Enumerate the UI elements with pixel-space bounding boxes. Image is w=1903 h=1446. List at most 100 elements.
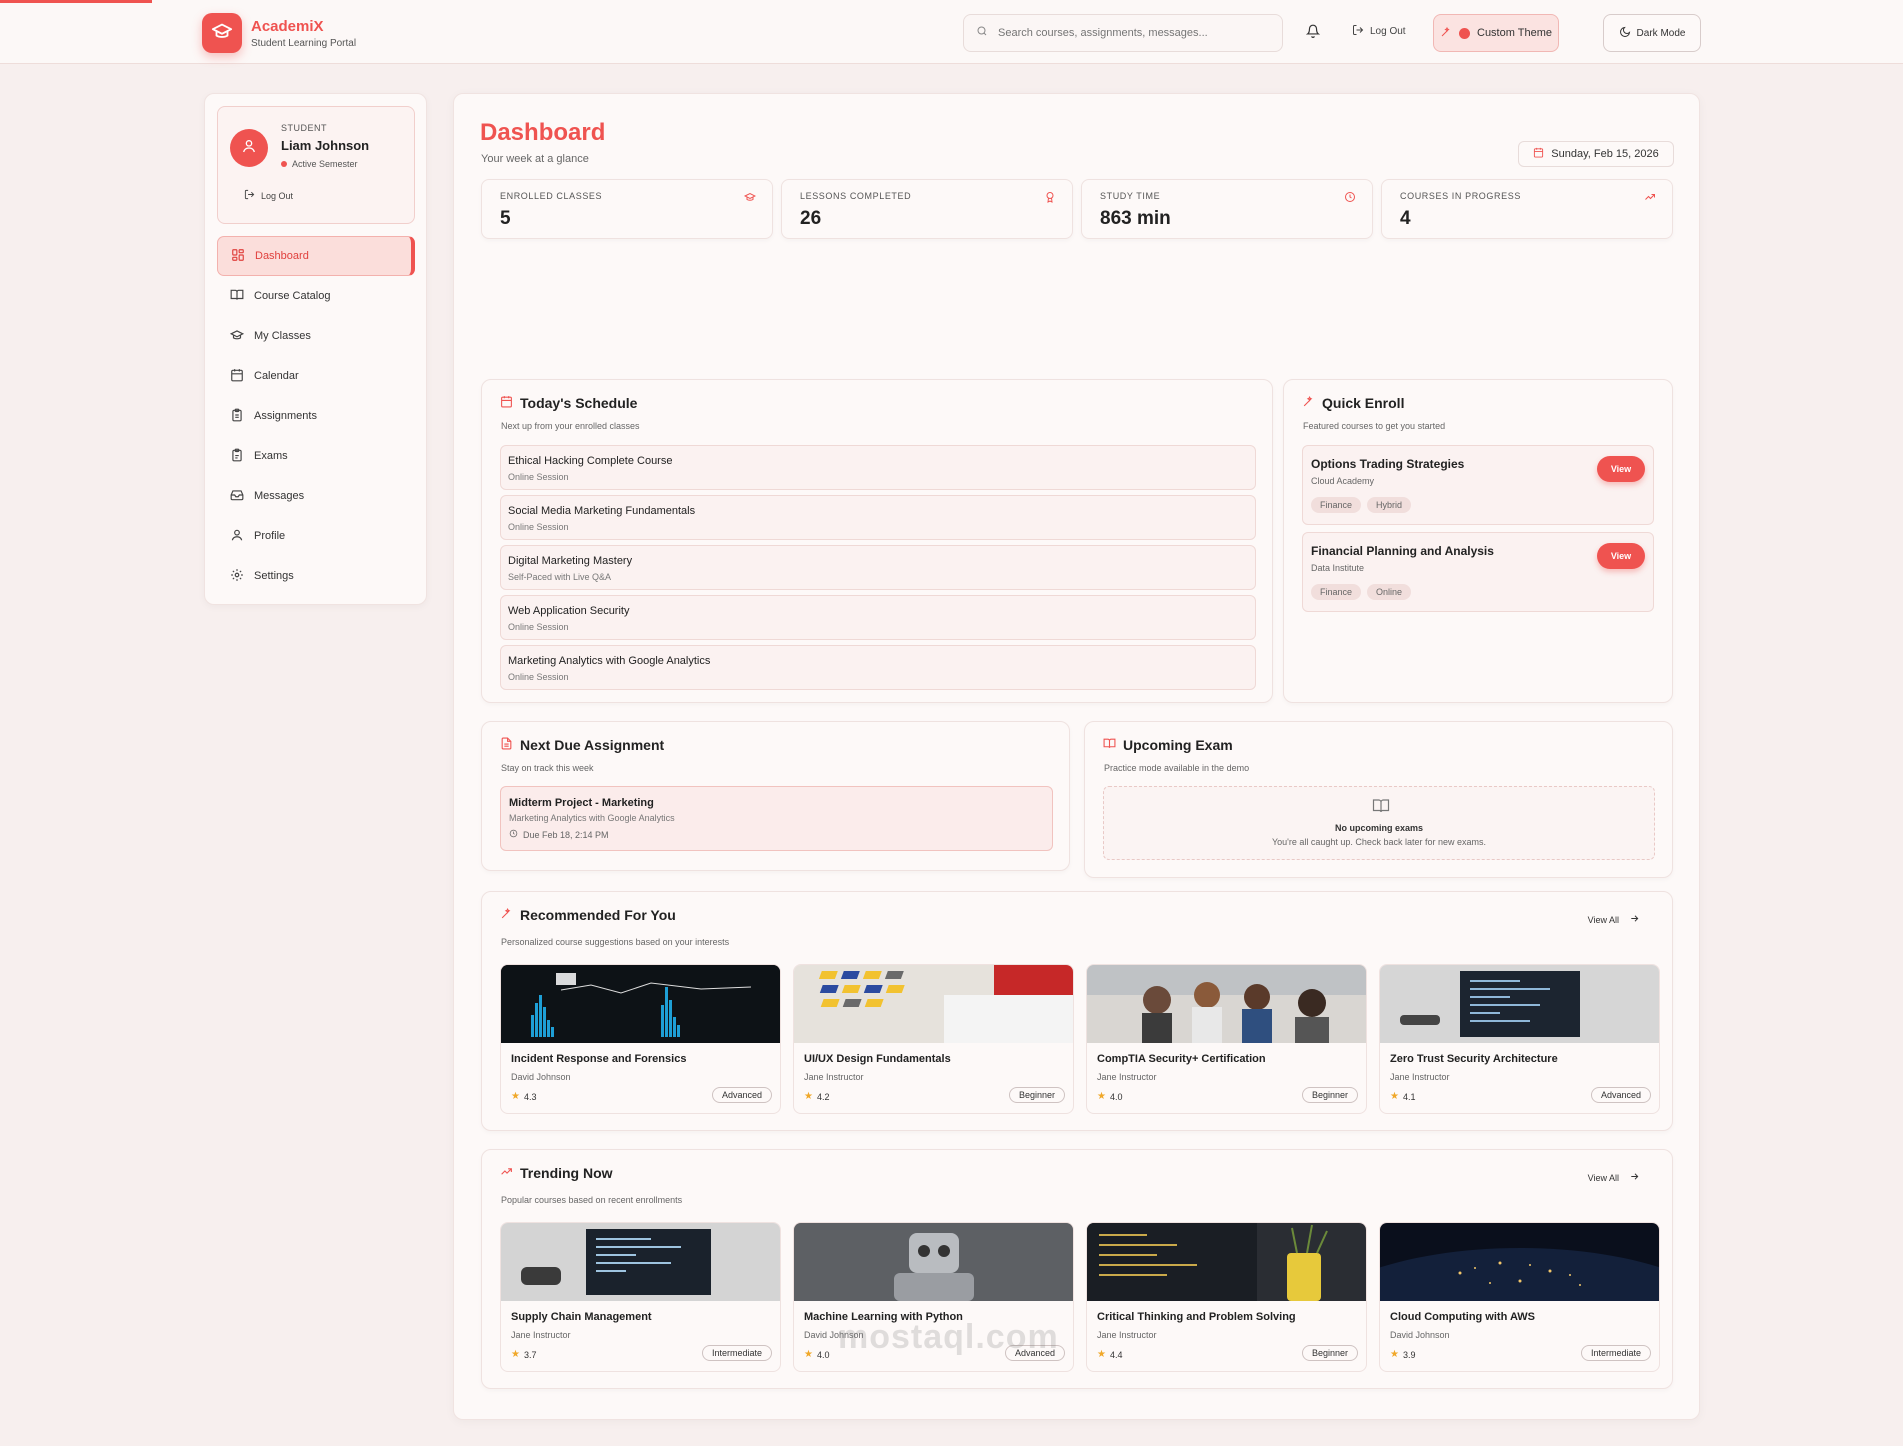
sidebar-item-dashboard[interactable]: Dashboard: [217, 236, 415, 276]
course-title: UI/UX Design Fundamentals: [804, 1053, 951, 1065]
card-title: Upcoming Exam: [1103, 737, 1233, 753]
schedule-item-mode: Online Session: [508, 472, 569, 482]
stat-value: 4: [1400, 208, 1411, 229]
course-thumbnail-robot: [794, 1223, 1073, 1301]
quick-enroll-item: Financial Planning and Analysis Data Ins…: [1302, 532, 1654, 612]
app-logo[interactable]: [202, 13, 242, 53]
course-card[interactable]: UI/UX Design Fundamentals Jane Instructo…: [793, 964, 1074, 1114]
course-provider: Cloud Academy: [1311, 476, 1375, 486]
schedule-item[interactable]: Ethical Hacking Complete Course Online Se…: [500, 445, 1256, 490]
card-title-text: Upcoming Exam: [1123, 737, 1233, 753]
rating-value: 3.7: [523, 1349, 537, 1360]
clipboard-check-icon: [230, 448, 244, 465]
assignment-item[interactable]: Midterm Project - Marketing Marketing An…: [500, 786, 1053, 851]
stat-label: LESSONS COMPLETED: [800, 191, 912, 201]
course-author: Jane Instructor: [1097, 1072, 1157, 1082]
sidebar-item-settings[interactable]: Settings: [217, 556, 415, 596]
card-subtitle: Popular courses based on recent enrollme…: [501, 1195, 683, 1205]
schedule-item[interactable]: Marketing Analytics with Google Analytic…: [500, 645, 1256, 690]
sidebar-logout-button[interactable]: Log Out: [244, 189, 293, 202]
schedule-item-mode: Online Session: [508, 522, 569, 532]
schedule-item[interactable]: Web Application Security Online Session: [500, 595, 1256, 640]
sidebar-item-label: Dashboard: [255, 250, 309, 262]
arrow-right-icon: [1629, 913, 1640, 926]
view-course-button[interactable]: View: [1597, 456, 1645, 482]
course-thumbnail-earth-night: [1380, 1223, 1659, 1301]
course-thumbnail-team-photo: [1087, 965, 1366, 1043]
sidebar-item-my-classes[interactable]: My Classes: [217, 316, 415, 356]
bell-icon: [1305, 24, 1321, 42]
course-title: Financial Planning and Analysis: [1311, 544, 1494, 558]
book-icon: [1103, 737, 1116, 753]
schedule-item[interactable]: Social Media Marketing Fundamentals Onlin…: [500, 495, 1256, 540]
sidebar-item-profile[interactable]: Profile: [217, 516, 415, 556]
course-author: Jane Instructor: [1390, 1072, 1450, 1082]
date-badge: Sunday, Feb 15, 2026: [1518, 141, 1674, 167]
card-title-text: Next Due Assignment: [520, 737, 665, 753]
arrow-right-icon: [1629, 1171, 1640, 1184]
course-rating: ★ 4.0: [804, 1349, 829, 1360]
view-all-link[interactable]: View All: [1588, 913, 1640, 926]
schedule-item-mode: Self-Paced with Live Q&A: [508, 572, 612, 582]
assignment-title: Midterm Project - Marketing: [509, 797, 654, 809]
view-all-link[interactable]: View All: [1588, 1171, 1640, 1184]
rating-value: 4.1: [1402, 1091, 1416, 1102]
course-card[interactable]: Incident Response and Forensics David Jo…: [500, 964, 781, 1114]
course-card[interactable]: Zero Trust Security Architecture Jane In…: [1379, 964, 1660, 1114]
notifications-button[interactable]: [1305, 24, 1321, 43]
dark-mode-button[interactable]: Dark Mode: [1603, 14, 1701, 52]
graduation-cap-icon: [229, 328, 245, 345]
level-badge: Beginner: [1008, 1087, 1065, 1103]
schedule-item-title: Digital Marketing Mastery: [508, 555, 633, 567]
course-card[interactable]: Cloud Computing with AWS David Johnson ★…: [1379, 1222, 1660, 1372]
assignment-due: Due Feb 18, 2:14 PM: [509, 829, 609, 840]
tag: Finance: [1311, 584, 1362, 600]
stat-value: 5: [500, 208, 511, 229]
sidebar-item-exams[interactable]: Exams: [217, 436, 415, 476]
sidebar-item-assignments[interactable]: Assignments: [217, 396, 415, 436]
clock-icon: [1344, 190, 1356, 208]
schedule-item-title: Ethical Hacking Complete Course: [508, 455, 673, 467]
star-icon: ★: [1390, 1349, 1399, 1360]
book-icon: [230, 288, 244, 305]
magic-wand-icon: [1440, 26, 1452, 41]
assignment-due-date: Due Feb 18, 2:14 PM: [523, 829, 609, 840]
sidebar-item-course-catalog[interactable]: Course Catalog: [217, 276, 415, 316]
search-input[interactable]: [998, 27, 1258, 39]
star-icon: ★: [1097, 1349, 1106, 1360]
card-subtitle: Practice mode available in the demo: [1104, 763, 1250, 773]
card-title-text: Quick Enroll: [1322, 395, 1405, 411]
sidebar-item-messages[interactable]: Messages: [217, 476, 415, 516]
stat-card-study-time: STUDY TIME 863 min: [1081, 179, 1373, 239]
star-icon: ★: [804, 1091, 813, 1102]
status-dot: [281, 161, 287, 167]
schedule-item[interactable]: Digital Marketing Mastery Self-Paced with…: [500, 545, 1256, 590]
course-thumbnail-laptop-code: [501, 1223, 780, 1301]
course-author: Jane Instructor: [511, 1330, 571, 1340]
sidebar-item-calendar[interactable]: Calendar: [217, 356, 415, 396]
graduation-cap-icon: [211, 20, 233, 47]
graduation-cap-icon: [743, 190, 757, 208]
page-title: Dashboard: [480, 119, 606, 146]
page-subtitle: Your week at a glance: [481, 153, 589, 165]
book-open-icon: [1372, 797, 1390, 820]
course-title: Cloud Computing with AWS: [1390, 1311, 1536, 1323]
course-card[interactable]: Critical Thinking and Problem Solving Ja…: [1086, 1222, 1367, 1372]
user-icon: [241, 138, 257, 159]
star-icon: ★: [511, 1091, 520, 1102]
course-card[interactable]: CompTIA Security+ Certification Jane Ins…: [1086, 964, 1367, 1114]
tag: Online: [1367, 584, 1412, 600]
sidebar-logout-label: Log Out: [261, 190, 294, 201]
schedule-item-title: Web Application Security: [508, 605, 630, 617]
star-icon: ★: [1390, 1091, 1399, 1102]
sidebar-item-label: Course Catalog: [254, 290, 331, 302]
custom-theme-button[interactable]: Custom Theme: [1433, 14, 1559, 52]
header-logout-button[interactable]: Log Out: [1352, 24, 1406, 39]
stat-card-lessons-completed: LESSONS COMPLETED 26: [781, 179, 1073, 239]
course-card[interactable]: Supply Chain Management Jane Instructor …: [500, 1222, 781, 1372]
stat-value: 26: [800, 208, 822, 229]
search-box[interactable]: [963, 14, 1283, 52]
view-course-button[interactable]: View: [1597, 543, 1645, 569]
avatar[interactable]: [230, 129, 268, 167]
dark-mode-label: Dark Mode: [1636, 27, 1686, 39]
